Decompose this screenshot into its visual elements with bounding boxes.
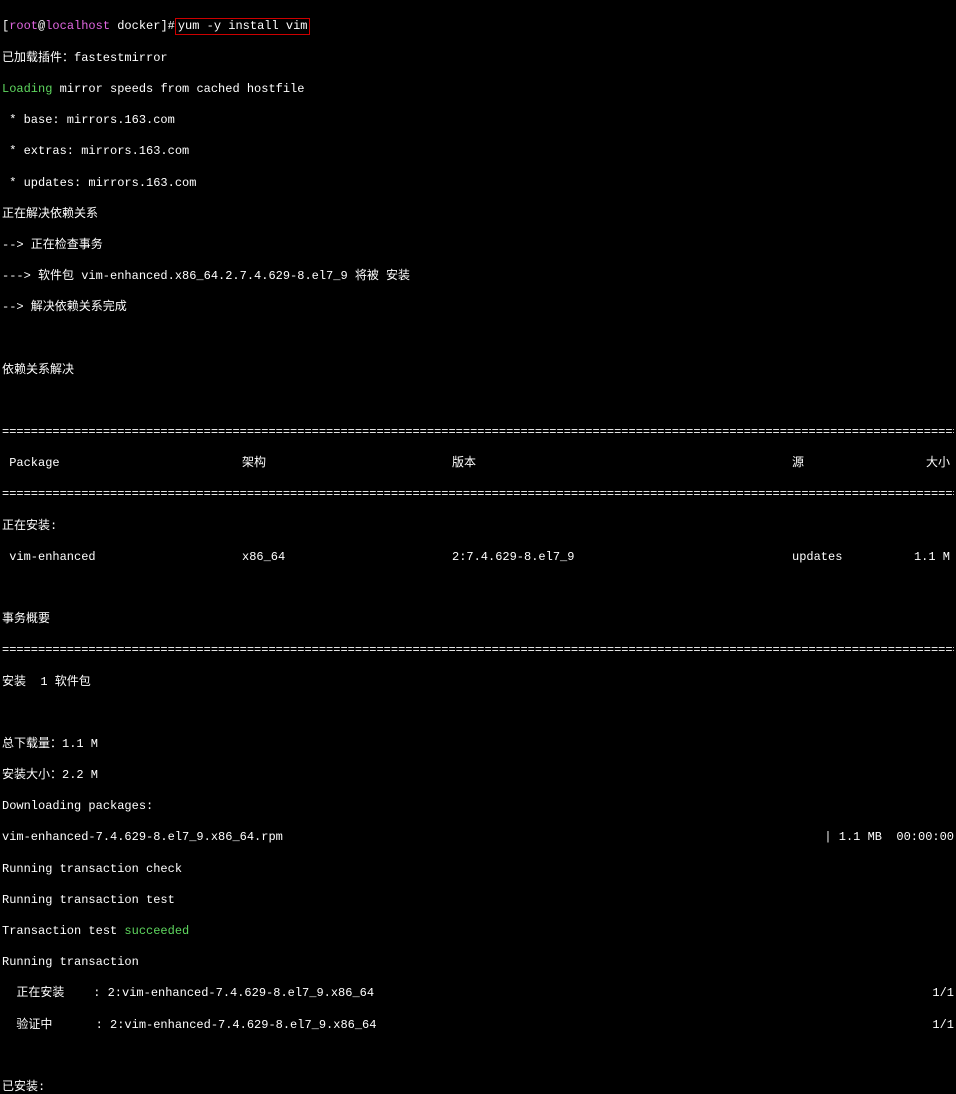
installing-label: 正在安装: bbox=[2, 519, 954, 535]
resolving-4: --> 解决依赖关系完成 bbox=[2, 300, 954, 316]
installed-label: 已安装: bbox=[2, 1080, 954, 1094]
header-size: 大小 bbox=[902, 456, 954, 472]
downloading-label: Downloading packages: bbox=[2, 799, 954, 815]
summary-install: 安装 1 软件包 bbox=[2, 675, 954, 691]
deps-resolved: 依赖关系解决 bbox=[2, 363, 954, 379]
mirror-base: * base: mirrors.163.com bbox=[2, 113, 954, 129]
verifying-pkg: 验证中 : 2:vim-enhanced-7.4.629-8.el7_9.x86… bbox=[2, 1018, 376, 1034]
blank-line bbox=[2, 394, 954, 410]
download-stats: | 1.1 MB 00:00:00 bbox=[824, 830, 954, 846]
header-arch: 架构 bbox=[242, 456, 452, 472]
terminal-output: [root@localhost docker]#yum -y install v… bbox=[2, 2, 954, 1094]
transaction-running: Running transaction bbox=[2, 955, 954, 971]
transaction-test-prefix: Transaction test bbox=[2, 924, 124, 938]
mirror-updates: * updates: mirrors.163.com bbox=[2, 176, 954, 192]
resolving-1: 正在解决依赖关系 bbox=[2, 207, 954, 223]
table-header-row: Package 架构 版本 源 大小 bbox=[2, 456, 954, 472]
loading-rest: mirror speeds from cached hostfile bbox=[52, 82, 304, 96]
header-package: Package bbox=[2, 456, 242, 472]
command-highlight: yum -y install vim bbox=[175, 18, 311, 36]
cell-size: 1.1 M bbox=[902, 550, 954, 566]
verifying-count: 1/1 bbox=[932, 1018, 954, 1034]
cell-version: 2:7.4.629-8.el7_9 bbox=[452, 550, 792, 566]
install-line: 正在安装 : 2:vim-enhanced-7.4.629-8.el7_9.x8… bbox=[2, 986, 954, 1002]
loading-word: Loading bbox=[2, 82, 52, 96]
prompt-space bbox=[110, 19, 117, 35]
prompt-open: [ bbox=[2, 19, 9, 35]
transaction-succeeded: succeeded bbox=[124, 924, 189, 938]
installing-pkg: 正在安装 : 2:vim-enhanced-7.4.629-8.el7_9.x8… bbox=[2, 986, 374, 1002]
command-text: yum -y install vim bbox=[178, 19, 308, 33]
prompt-close: ] bbox=[160, 19, 167, 35]
separator-double: ========================================… bbox=[2, 643, 954, 659]
separator-double: ========================================… bbox=[2, 425, 954, 441]
blank-line bbox=[2, 331, 954, 347]
install-size: 安装大小：2.2 M bbox=[2, 768, 954, 784]
plugins-loaded: 已加载插件：fastestmirror bbox=[2, 51, 954, 67]
table-row: vim-enhanced x86_64 2:7.4.629-8.el7_9 up… bbox=[2, 550, 954, 566]
header-version: 版本 bbox=[452, 456, 792, 472]
transaction-test: Running transaction test bbox=[2, 893, 954, 909]
resolving-2: --> 正在检查事务 bbox=[2, 238, 954, 254]
transaction-check: Running transaction check bbox=[2, 862, 954, 878]
installing-count: 1/1 bbox=[932, 986, 954, 1002]
cell-arch: x86_64 bbox=[242, 550, 452, 566]
blank-line bbox=[2, 1049, 954, 1065]
blank-line bbox=[2, 581, 954, 597]
prompt-at: @ bbox=[38, 19, 45, 35]
prompt-host: localhost bbox=[45, 19, 110, 35]
summary-label: 事务概要 bbox=[2, 612, 954, 628]
prompt-user: root bbox=[9, 19, 38, 35]
cell-repo: updates bbox=[792, 550, 902, 566]
verify-line: 验证中 : 2:vim-enhanced-7.4.629-8.el7_9.x86… bbox=[2, 1018, 954, 1034]
header-repo: 源 bbox=[792, 456, 902, 472]
resolving-3: ---> 软件包 vim-enhanced.x86_64.2.7.4.629-8… bbox=[2, 269, 954, 285]
blank-line bbox=[2, 706, 954, 722]
mirror-extras: * extras: mirrors.163.com bbox=[2, 144, 954, 160]
download-size: 总下载量：1.1 M bbox=[2, 737, 954, 753]
separator-double: ========================================… bbox=[2, 487, 954, 503]
download-line: vim-enhanced-7.4.629-8.el7_9.x86_64.rpm … bbox=[2, 830, 954, 846]
cell-package: vim-enhanced bbox=[2, 550, 242, 566]
prompt-dir: docker bbox=[117, 19, 160, 35]
rpm-name: vim-enhanced-7.4.629-8.el7_9.x86_64.rpm bbox=[2, 830, 283, 846]
prompt-hash: # bbox=[168, 19, 175, 35]
